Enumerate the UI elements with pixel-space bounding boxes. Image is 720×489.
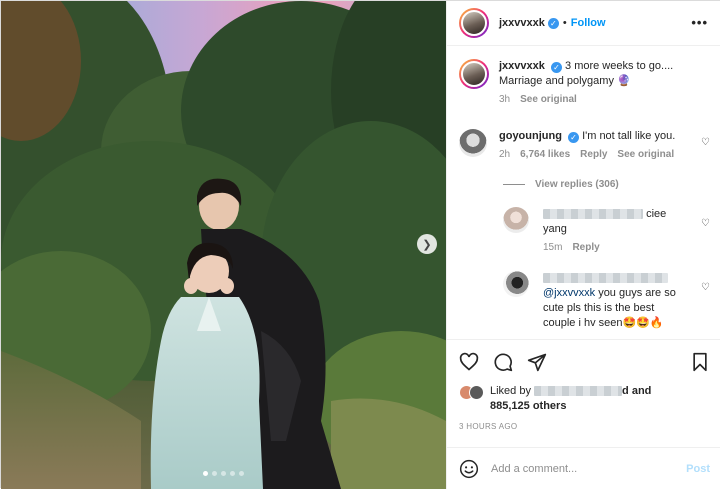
post-side-panel: jxxvvxxk ✓ • Follow ••• jxxvvxxk ✓ 3 mor… [446, 1, 720, 489]
see-original-link[interactable]: See original [520, 94, 577, 105]
reply-text-line2: yang [543, 223, 567, 235]
action-bar [447, 339, 720, 381]
carousel-next-button[interactable]: ❯ [417, 234, 437, 254]
verified-badge-icon: ✓ [568, 132, 579, 143]
reply-comment: @jxxvvxxk you guys are so cute pls this … [503, 271, 683, 331]
comment-input[interactable] [491, 462, 687, 475]
more-options-icon[interactable]: ••• [691, 15, 708, 30]
post-photo[interactable]: ❯ [1, 1, 446, 489]
avatar[interactable] [469, 385, 484, 400]
caption-text-line1: 3 more weeks to go.... [565, 60, 674, 72]
likes-summary: Liked by d and 885,125 others [459, 384, 714, 414]
post-header: jxxvvxxk ✓ • Follow ••• [447, 1, 720, 46]
reply-time[interactable]: 15m [543, 242, 562, 253]
comment-bubble-icon[interactable] [493, 352, 513, 372]
comments-section[interactable]: jxxvvxxk ✓ 3 more weeks to go.... Marria… [447, 47, 720, 339]
carousel-dot [212, 471, 217, 476]
reply-comment: ciee yang 15m Reply [503, 207, 683, 253]
save-bookmark-icon[interactable] [690, 352, 710, 372]
verified-badge-icon: ✓ [547, 17, 559, 29]
likes-count[interactable]: 885,125 others [490, 400, 566, 412]
post-comment-button[interactable]: Post [686, 463, 710, 475]
carousel-dot [221, 471, 226, 476]
caption-time[interactable]: 3h [499, 94, 510, 105]
carousel-dot [230, 471, 235, 476]
redacted-username [534, 386, 623, 397]
avatar[interactable] [503, 207, 529, 233]
avatar[interactable] [459, 8, 489, 38]
photo-illustration [1, 1, 446, 489]
redacted-username [543, 209, 643, 220]
carousel-dot [239, 471, 244, 476]
comment-likes[interactable]: 6,764 likes [520, 149, 570, 160]
verified-badge-icon: ✓ [550, 62, 562, 73]
mention-link[interactable]: @jxxvvxxk [543, 287, 595, 299]
chevron-right-icon: ❯ [422, 238, 432, 251]
liked-by-tail: d and [622, 385, 652, 397]
avatar[interactable] [459, 129, 487, 157]
author-username[interactable]: jxxvvxxk [499, 17, 545, 29]
instagram-post-frame: ❯ jxxvvxxk ✓ • Follow ••• jxxvvxxk ✓ 3 m… [0, 0, 720, 489]
avatar[interactable] [503, 271, 529, 297]
see-original-link[interactable]: See original [617, 149, 674, 160]
avatar[interactable] [459, 59, 489, 89]
like-comment-heart-icon[interactable]: ♡ [701, 218, 710, 229]
comment-username[interactable]: goyounjung [499, 130, 562, 142]
caption-text-line2: Marriage and polygamy [499, 75, 614, 87]
crystal-ball-emoji: 🔮 [617, 75, 631, 87]
follow-button[interactable]: Follow [571, 17, 606, 29]
carousel-dot [203, 471, 208, 476]
reply-text: ciee [646, 208, 667, 220]
caption-username[interactable]: jxxvvxxk [499, 60, 545, 72]
view-replies-label: View replies (306) [535, 179, 619, 190]
share-paper-plane-icon[interactable] [527, 352, 547, 372]
reply-line [503, 184, 525, 185]
like-comment-heart-icon[interactable]: ♡ [701, 137, 710, 148]
caption: jxxvvxxk ✓ 3 more weeks to go.... Marria… [459, 59, 714, 105]
emoji: 🤩🤩🔥 [622, 317, 664, 329]
like-comment-heart-icon[interactable]: ♡ [701, 282, 710, 293]
separator-dot: • [562, 17, 567, 29]
liked-by-prefix: Liked by [490, 385, 531, 397]
view-replies-button[interactable]: View replies (306) [503, 179, 619, 190]
comment: goyounjung ✓ I'm not tall like you. 2h 6… [459, 129, 699, 160]
reply-button[interactable]: Reply [580, 149, 607, 160]
comment-text: I'm not tall like you. [582, 130, 676, 142]
like-heart-icon[interactable] [459, 352, 479, 372]
emoji-smiley-icon[interactable] [459, 459, 479, 479]
redacted-username [543, 273, 668, 284]
carousel-indicator [1, 471, 446, 476]
comment-time[interactable]: 2h [499, 149, 510, 160]
reply-button[interactable]: Reply [572, 242, 599, 253]
add-comment-bar: Post [447, 447, 720, 489]
post-timestamp[interactable]: 3 HOURS AGO [459, 422, 517, 431]
